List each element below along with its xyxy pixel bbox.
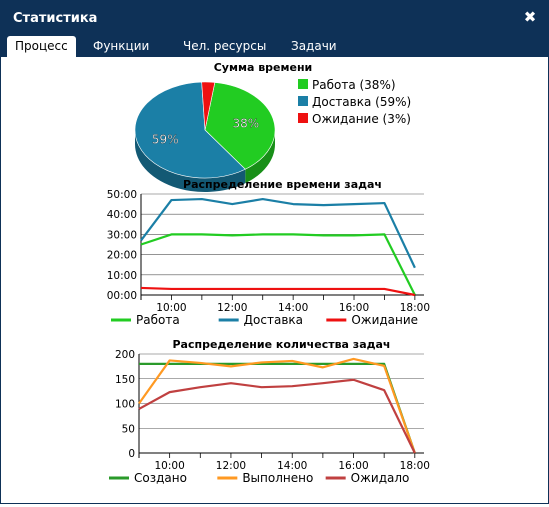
time-chart-legend-label: Доставка <box>244 313 303 327</box>
time-chart-y-tick-label: 50:00 <box>107 189 137 201</box>
count-chart-legend-label: Выполнено <box>242 471 313 485</box>
time-chart-series-line <box>140 286 416 297</box>
pie-legend-swatch <box>298 113 308 123</box>
count-chart-title: Распределение количества задач <box>173 338 391 351</box>
count-chart-y-tick-label: 200 <box>115 349 135 361</box>
pie-slice-label: 38% <box>232 116 259 130</box>
tab-tasks[interactable]: Задачи <box>283 36 345 57</box>
pie-slice-label: 59% <box>152 132 179 146</box>
time-chart-y-tick-label: 10:00 <box>107 270 137 282</box>
time-chart-y-tick-label: 40:00 <box>107 209 137 221</box>
time-chart-y-tick-label: 30:00 <box>107 229 137 241</box>
count-chart-y-tick-label: 150 <box>115 374 135 386</box>
pie-legend-swatch <box>298 79 308 89</box>
count-chart-y-tick-label: 0 <box>128 448 135 460</box>
pie-legend-label: Ожидание (3%) <box>312 112 411 126</box>
count-chart-legend-label: Создано <box>134 471 187 485</box>
window-titlebar: Статистика ✖ Процесс Функции Чел. ресурс… <box>1 1 548 57</box>
time-chart-legend-label: Работа <box>136 313 180 327</box>
pie-chart-title: Сумма времени <box>214 61 313 74</box>
time-chart-series-line <box>140 233 416 296</box>
count-chart-y-tick-label: 100 <box>115 399 135 411</box>
tab-human-resources[interactable]: Чел. ресурсы <box>175 36 274 57</box>
close-icon[interactable]: ✖ <box>522 9 538 25</box>
tab-functions[interactable]: Функции <box>85 36 157 57</box>
count-chart-series-line <box>138 378 416 454</box>
count-chart-series-line <box>138 357 416 454</box>
tab-process[interactable]: Процесс <box>7 36 76 57</box>
time-chart-legend-label: Ожидание <box>351 313 418 327</box>
count-chart-legend-label: Ожидало <box>351 471 410 485</box>
pie-legend-label: Работа (38%) <box>312 78 396 92</box>
count-chart-series-line <box>139 362 416 454</box>
charts-canvas: Сумма времени 38% 59% Работа (38%) Доставка … <box>107 61 430 485</box>
time-chart-y-tick-label: 00:00 <box>107 290 137 302</box>
time-chart-title: Распределение времени задач <box>183 178 382 191</box>
pie-legend-label: Доставка (59%) <box>312 95 411 109</box>
time-chart-y-tick-label: 20:00 <box>107 250 137 262</box>
window-title: Статистика <box>13 11 98 26</box>
count-chart-y-tick-label: 50 <box>122 423 135 435</box>
statistics-window: Статистика ✖ Процесс Функции Чел. ресурс… <box>0 0 549 504</box>
tab-content-process: Сумма времени 38% 59% Работа (38%) Доставка … <box>1 57 548 503</box>
pie-legend-swatch <box>298 96 308 106</box>
